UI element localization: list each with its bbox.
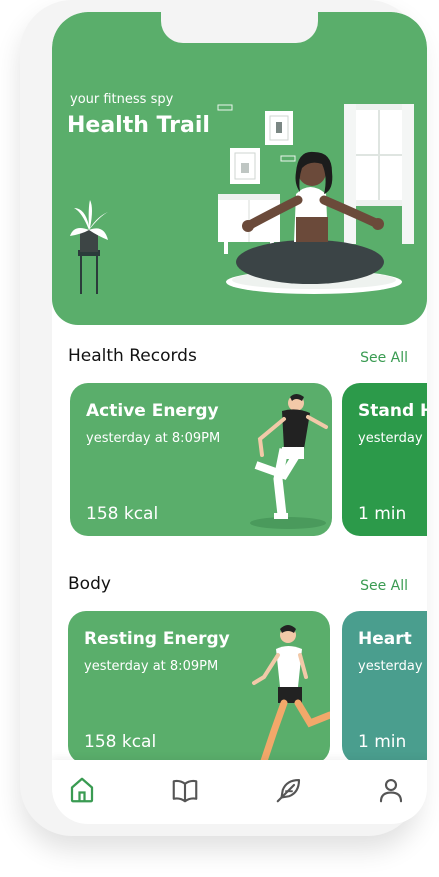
bottom-tab-bar (52, 760, 427, 824)
hero-banner: your fitness spy Health Trail (52, 12, 427, 325)
card-title: Active Energy (86, 401, 219, 421)
see-all-health-records-link[interactable]: See All (360, 350, 408, 366)
running-man-illustration (252, 625, 330, 764)
card-timestamp: yesterday at 8:09PM (358, 659, 427, 674)
see-all-body-link[interactable]: See All (360, 578, 408, 594)
card-timestamp: yesterday at 8:09PM (84, 659, 219, 674)
card-value: 158 kcal (86, 504, 159, 524)
card-active-energy[interactable]: Active Energy yesterday at 8:09PM 158 kc… (70, 383, 332, 536)
tab-journal[interactable] (170, 775, 200, 805)
card-value: 158 kcal (84, 732, 157, 752)
card-resting-energy[interactable]: Resting Energy yesterday at 8:09PM 158 k… (68, 611, 330, 764)
stretching-man-illustration (250, 394, 328, 529)
card-timestamp: yesterday at 8:09PM (86, 431, 221, 446)
profile-icon (379, 778, 403, 803)
card-stand-hours[interactable]: Stand Hours yesterday at 8:09PM 1 min (342, 383, 427, 536)
tab-notes[interactable] (274, 775, 304, 805)
app-screen: your fitness spy Health Trail Health Rec… (52, 12, 427, 824)
section-title-body: Body (68, 574, 111, 594)
feather-icon (276, 778, 301, 803)
card-title: Stand Hours (358, 401, 427, 421)
card-value: 1 min (358, 504, 407, 524)
card-timestamp: yesterday at 8:09PM (358, 431, 427, 446)
card-value: 1 min (358, 732, 407, 752)
meditation-illustration (70, 104, 414, 294)
card-title: Resting Energy (84, 629, 230, 649)
tab-profile[interactable] (376, 775, 406, 805)
section-title-health-records: Health Records (68, 346, 197, 366)
card-title: Heart (358, 629, 412, 649)
phone-frame: your fitness spy Health Trail Health Rec… (20, 0, 427, 836)
home-icon (70, 777, 94, 803)
tab-home[interactable] (67, 775, 97, 805)
book-icon (172, 779, 198, 803)
card-heart[interactable]: Heart yesterday at 8:09PM 1 min (342, 611, 427, 764)
